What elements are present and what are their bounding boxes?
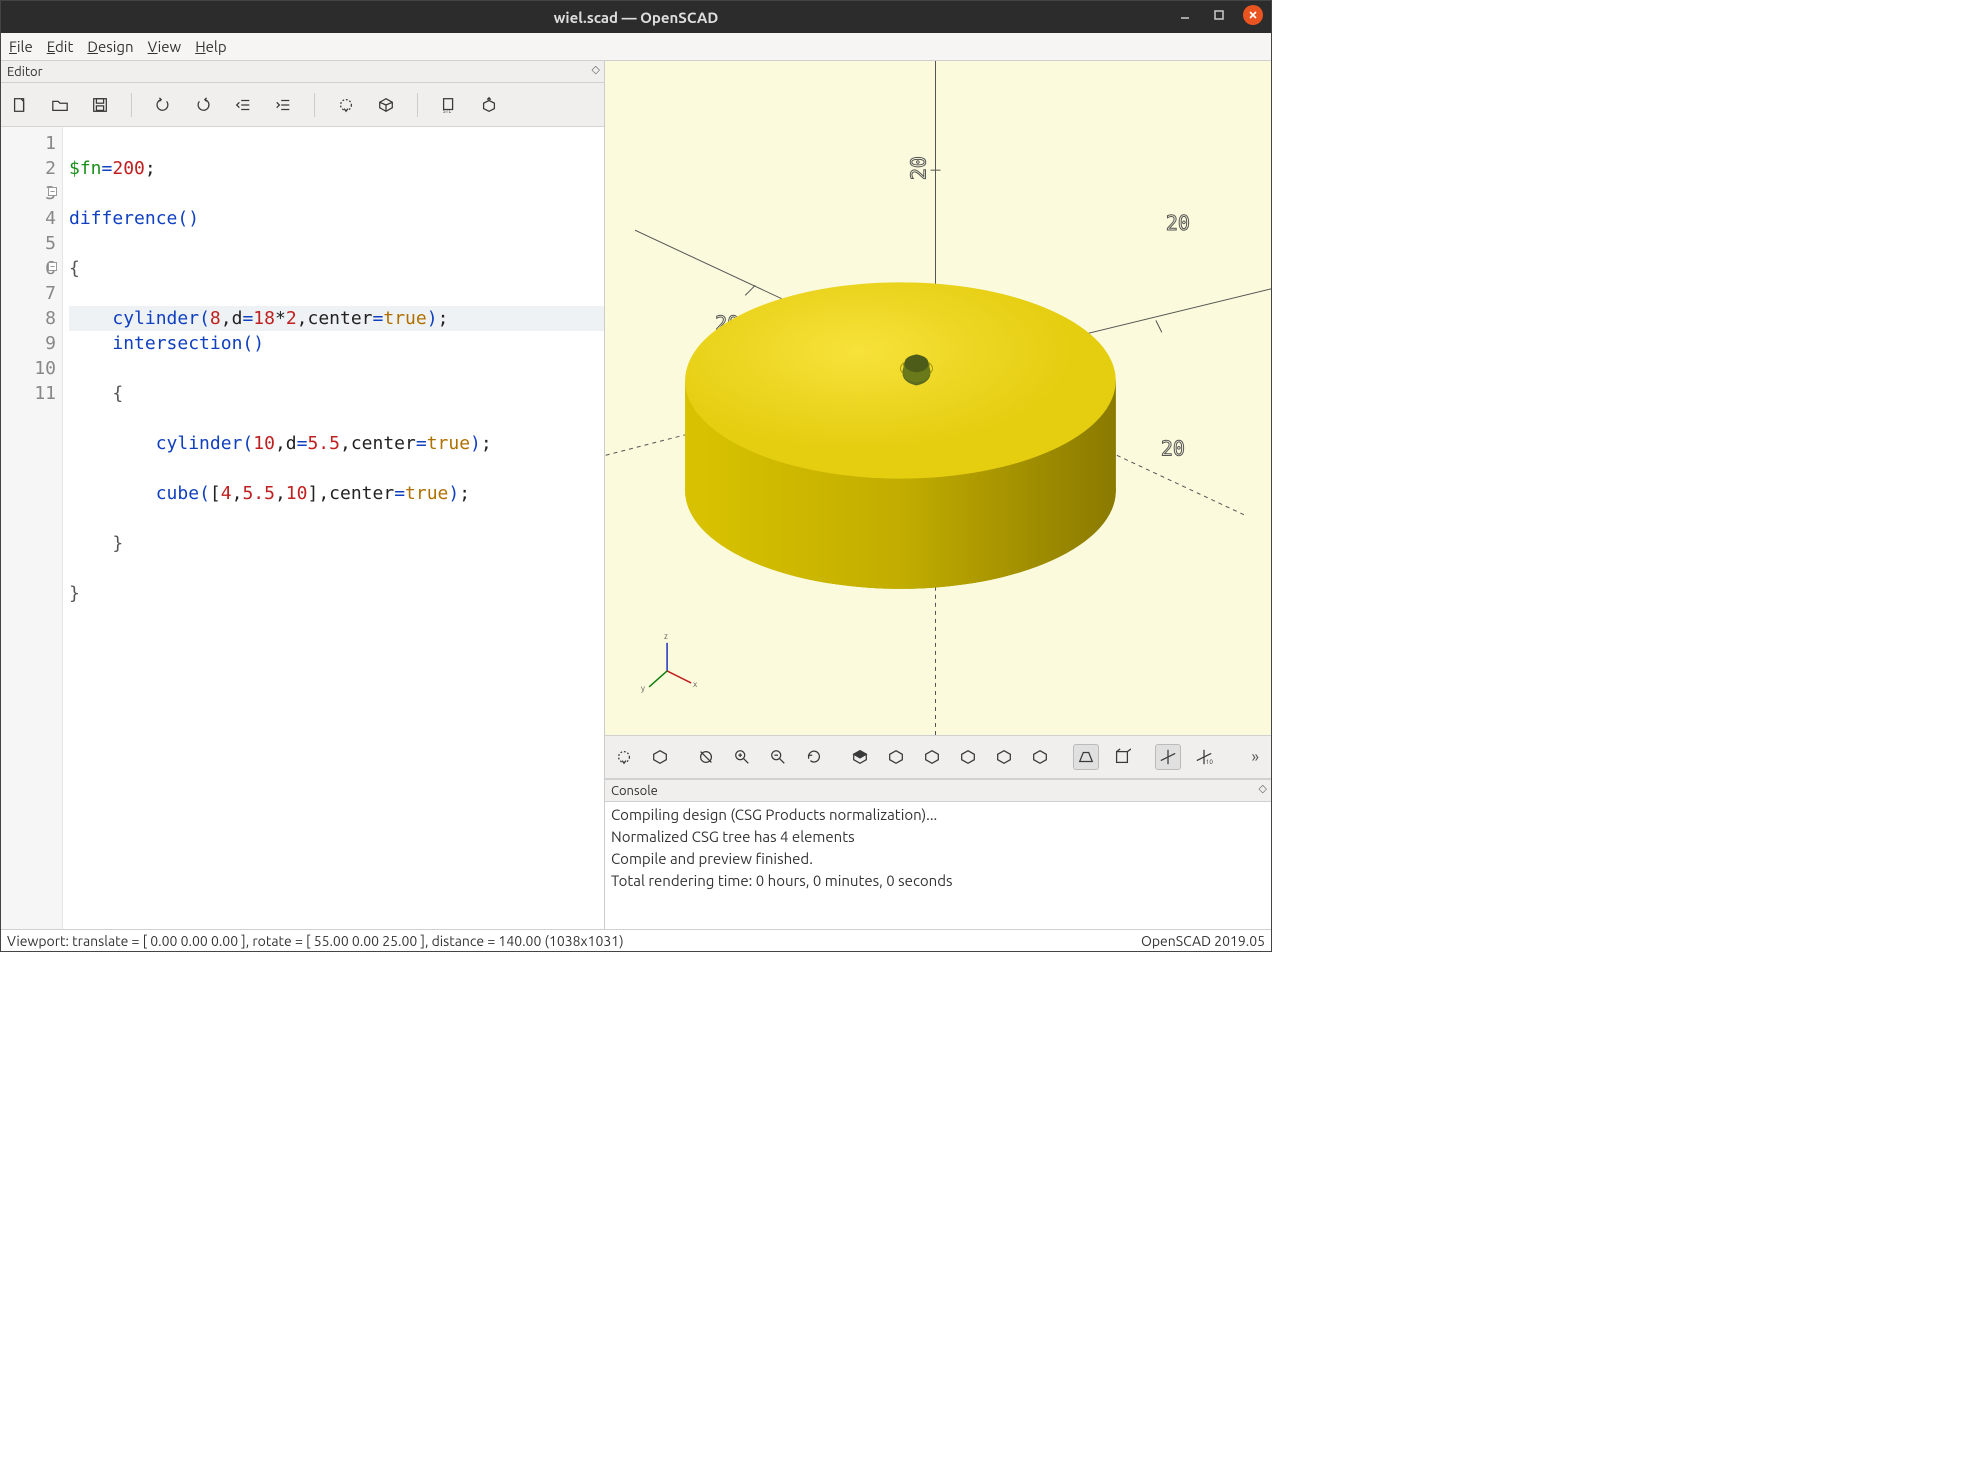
zoom-in-button[interactable] [729, 744, 755, 770]
status-right: OpenSCAD 2019.05 [1141, 933, 1265, 949]
menu-design[interactable]: Design [87, 38, 133, 55]
console-title: Console [611, 784, 658, 798]
editor-header: Editor ◇ [1, 61, 604, 83]
show-scale-button[interactable]: 10 [1191, 744, 1217, 770]
perspective-button[interactable] [1073, 744, 1099, 770]
view-back-button[interactable] [1027, 744, 1053, 770]
view-bottom-button[interactable] [919, 744, 945, 770]
editor-toolbar: STL [1, 83, 604, 127]
undo-button[interactable] [152, 94, 174, 116]
svg-text:20: 20 [1161, 437, 1185, 461]
editor-title: Editor [7, 65, 43, 79]
open-file-button[interactable] [49, 94, 71, 116]
3d-viewport[interactable]: 20 20 20 20 20 [605, 61, 1271, 735]
vp-preview-button[interactable] [611, 744, 637, 770]
zoom-out-button[interactable] [765, 744, 791, 770]
console-output[interactable]: Compiling design (CSG Products normaliza… [605, 802, 1271, 929]
svg-text:y: y [641, 684, 645, 693]
console-line: Compile and preview finished. [611, 848, 1265, 870]
svg-text:10: 10 [1206, 759, 1213, 766]
preview-button[interactable] [335, 94, 357, 116]
console-line: Normalized CSG tree has 4 elements [611, 826, 1265, 848]
unindent-button[interactable] [232, 94, 254, 116]
console-pane: Console ◇ Compiling design (CSG Products… [605, 779, 1271, 929]
code-body[interactable]: $fn=200; difference() { cylinder(8,d=18*… [63, 127, 604, 929]
view-left-button[interactable] [955, 744, 981, 770]
rendered-model [685, 282, 1116, 588]
main-split: Editor ◇ STL 1 [1, 61, 1271, 929]
svg-text:STL: STL [443, 109, 452, 114]
window-controls [1175, 5, 1263, 25]
console-line: Total rendering time: 0 hours, 0 minutes… [611, 870, 1265, 892]
show-axes-button[interactable] [1155, 744, 1181, 770]
detach-icon[interactable]: ◇ [592, 63, 600, 76]
menu-view[interactable]: View [148, 38, 182, 55]
viewport-toolbar: 10 » [605, 735, 1271, 779]
console-header: Console ◇ [605, 780, 1271, 802]
statusbar: Viewport: translate = [ 0.00 0.00 0.00 ]… [1, 929, 1271, 951]
window-title: wiel.scad — OpenSCAD [554, 9, 719, 26]
redo-button[interactable] [192, 94, 214, 116]
view-all-button[interactable] [693, 744, 719, 770]
save-file-button[interactable] [89, 94, 111, 116]
view-right-button[interactable] [847, 744, 873, 770]
line-gutter: 1 2 3− 4 5 6− 7 8 9 10 11 [1, 127, 63, 929]
svg-text:20: 20 [906, 156, 930, 180]
orthographic-button[interactable] [1109, 744, 1135, 770]
right-pane: 20 20 20 20 20 [605, 61, 1271, 929]
send-to-print-button[interactable] [478, 94, 500, 116]
console-detach-icon[interactable]: ◇ [1259, 782, 1267, 795]
titlebar: wiel.scad — OpenSCAD [1, 1, 1271, 33]
menubar: File Edit Design View Help [1, 33, 1271, 61]
code-editor[interactable]: 1 2 3− 4 5 6− 7 8 9 10 11 $fn=200; diffe… [1, 127, 604, 929]
toolbar-overflow-button[interactable]: » [1245, 748, 1265, 766]
menu-help[interactable]: Help [195, 38, 226, 55]
render-button[interactable] [375, 94, 397, 116]
status-left: Viewport: translate = [ 0.00 0.00 0.00 ]… [7, 933, 624, 949]
reset-view-button[interactable] [801, 744, 827, 770]
vp-render-button[interactable] [647, 744, 673, 770]
view-top-button[interactable] [883, 744, 909, 770]
maximize-button[interactable] [1209, 5, 1229, 25]
indent-button[interactable] [272, 94, 294, 116]
app-window: wiel.scad — OpenSCAD File Edit Design Vi… [0, 0, 1272, 952]
export-stl-button[interactable]: STL [438, 94, 460, 116]
minimize-button[interactable] [1175, 5, 1195, 25]
editor-pane: Editor ◇ STL 1 [1, 61, 605, 929]
menu-edit[interactable]: Edit [47, 38, 74, 55]
console-line: Compiling design (CSG Products normaliza… [611, 804, 1265, 826]
new-file-button[interactable] [9, 94, 31, 116]
menu-file[interactable]: File [9, 38, 33, 55]
view-front-button[interactable] [991, 744, 1017, 770]
scene-canvas[interactable]: 20 20 20 20 20 [605, 61, 1271, 735]
svg-text:20: 20 [1166, 211, 1190, 235]
svg-text:x: x [693, 680, 697, 689]
close-button[interactable] [1243, 5, 1263, 25]
svg-text:z: z [664, 632, 668, 641]
